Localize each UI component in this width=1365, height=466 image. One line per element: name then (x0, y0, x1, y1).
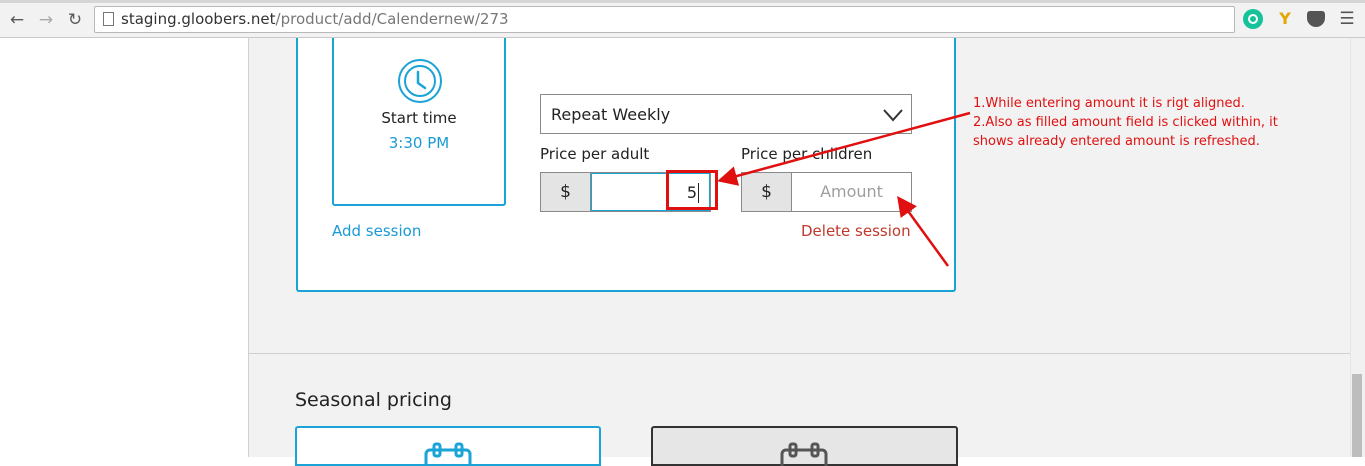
seasonal-pricing-title: Seasonal pricing (295, 389, 452, 411)
yoast-extension-icon[interactable]: Y (1275, 9, 1295, 29)
menu-icon[interactable]: ☰ (1337, 9, 1357, 29)
start-time-label: Start time (381, 109, 457, 127)
start-time-value[interactable]: 3:30 PM (332, 134, 506, 152)
chevron-down-icon (883, 109, 903, 122)
url-host: staging.gloobers.net (121, 10, 276, 28)
delete-session-link[interactable]: Delete session (801, 222, 911, 240)
browser-toolbar: ← → ↻ staging.gloobers.net/product/add/C… (0, 0, 1365, 38)
add-session-link[interactable]: Add session (332, 222, 421, 240)
calendar-icon (424, 442, 472, 466)
season-card-2[interactable] (651, 426, 958, 466)
tab-strip (0, 0, 1365, 3)
repeat-select[interactable]: Repeat Weekly (540, 94, 912, 134)
url-path: /product/add/Calendernew/273 (275, 10, 509, 28)
price-children-group: $ Amount (741, 172, 912, 212)
annotation-line: 2.Also as filled amount field is clicked… (973, 115, 1278, 130)
price-children-label: Price per children (741, 145, 873, 163)
scrollbar-thumb[interactable] (1352, 374, 1362, 457)
season-card-1[interactable] (295, 426, 601, 466)
grammarly-extension-icon[interactable] (1243, 9, 1263, 29)
back-icon[interactable]: ← (7, 10, 27, 30)
forward-icon[interactable]: → (36, 10, 56, 30)
annotation-line: 1.While entering amount it is rigt align… (973, 96, 1245, 111)
price-children-input[interactable]: Amount (792, 173, 911, 211)
calendar-icon (780, 442, 828, 466)
section-divider (249, 353, 1350, 354)
page-icon (103, 12, 114, 26)
annotation-line: shows already entered amount is refreshe… (973, 134, 1260, 149)
price-adult-label: Price per adult (540, 145, 650, 163)
currency-addon: $ (541, 173, 591, 211)
repeat-select-value: Repeat Weekly (551, 105, 671, 124)
address-bar[interactable]: staging.gloobers.net/product/add/Calende… (94, 6, 1235, 33)
annotation-highlight-box (666, 170, 718, 210)
clock-icon (398, 59, 442, 103)
url-text[interactable]: staging.gloobers.net/product/add/Calende… (121, 10, 509, 28)
reload-icon[interactable]: ↻ (65, 10, 85, 30)
annotation-note: 1.While entering amount it is rigt align… (973, 94, 1293, 151)
left-sidebar (0, 38, 249, 457)
pocket-extension-icon[interactable] (1307, 11, 1325, 27)
currency-addon: $ (742, 173, 792, 211)
